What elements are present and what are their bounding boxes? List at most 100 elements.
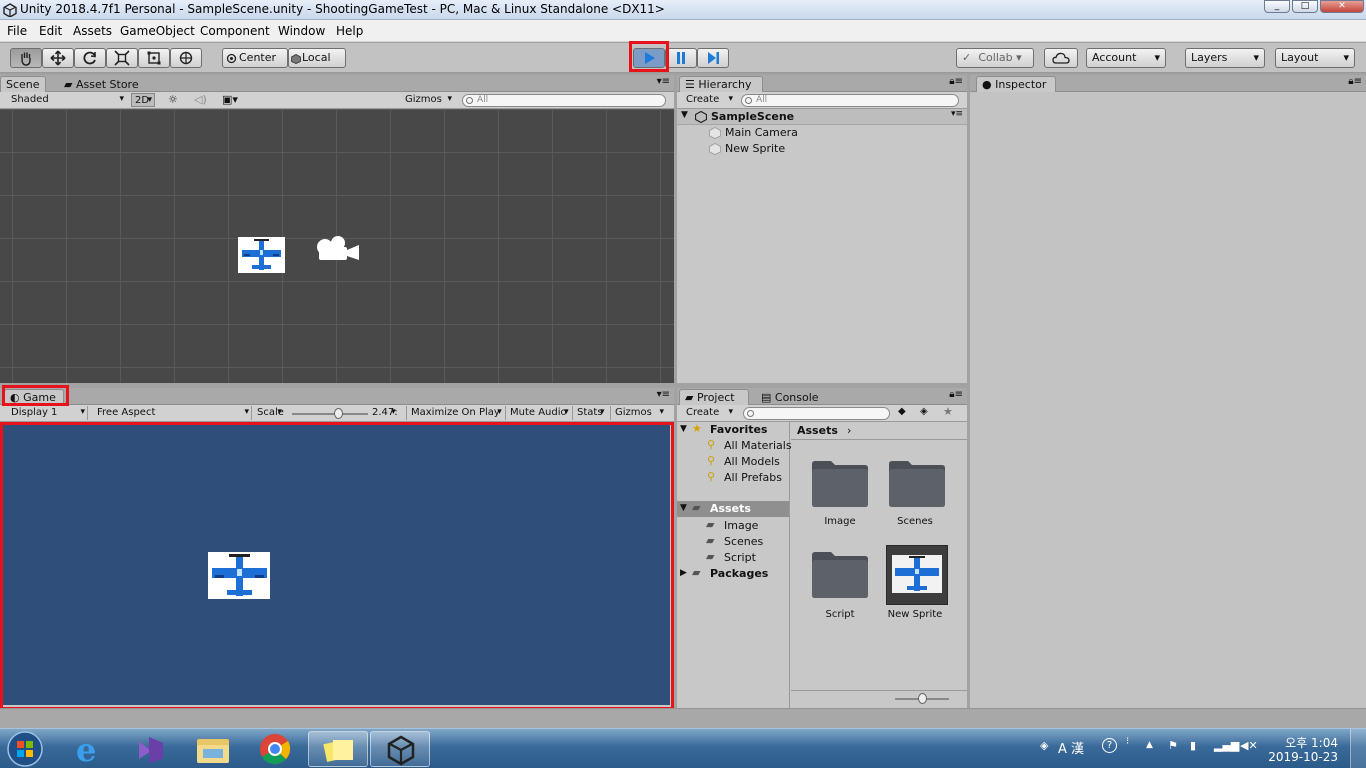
taskbar-explorer[interactable] bbox=[183, 731, 243, 767]
asset-folder[interactable]: Script bbox=[724, 551, 756, 564]
hand-tool-button[interactable] bbox=[10, 48, 42, 68]
audio-icon[interactable]: ◁) bbox=[194, 93, 207, 106]
project-lock-icon[interactable]: 🔒︎≡ bbox=[949, 389, 963, 400]
language-bar-icon[interactable]: ◈ bbox=[1040, 739, 1048, 752]
safely-remove-icon[interactable]: ▮ bbox=[1190, 739, 1196, 752]
assets-root-row[interactable]: ▼ ▰ Assets bbox=[677, 501, 789, 517]
filter-type-icon[interactable]: ◆ bbox=[898, 406, 906, 417]
shading-dropdown[interactable]: Shaded bbox=[8, 93, 126, 107]
game-gizmos-dropdown[interactable]: Gizmos bbox=[610, 406, 666, 420]
filter-label-icon[interactable]: ◈ bbox=[920, 406, 928, 417]
scene-gizmos-dropdown[interactable]: Gizmos bbox=[402, 93, 454, 107]
tray-expand-icon[interactable]: ▲ bbox=[1146, 740, 1153, 750]
scene-options-icon[interactable]: ▾≡ bbox=[951, 109, 963, 119]
ime-options-icon[interactable]: ⁝ bbox=[1126, 736, 1129, 747]
menu-component[interactable]: Component bbox=[200, 24, 270, 38]
hierarchy-lock-icon[interactable]: 🔒︎≡ bbox=[949, 76, 963, 87]
menu-window[interactable]: Window bbox=[278, 24, 325, 38]
hierarchy-item[interactable]: Main Camera bbox=[677, 125, 967, 141]
rotate-tool-button[interactable] bbox=[74, 48, 106, 68]
lighting-icon[interactable]: ☼ bbox=[168, 93, 178, 106]
tab-scene[interactable]: Scene bbox=[0, 76, 46, 92]
rect-tool-button[interactable] bbox=[138, 48, 170, 68]
step-button[interactable] bbox=[697, 48, 729, 68]
packages-arrow-icon[interactable]: ▶ bbox=[680, 568, 687, 578]
favorites-arrow-icon[interactable]: ▼ bbox=[680, 424, 687, 434]
scale-slider-track[interactable] bbox=[292, 413, 368, 415]
tab-console[interactable]: ▤ Console bbox=[755, 389, 825, 405]
favorite-star-icon[interactable]: ★ bbox=[943, 405, 953, 418]
inspector-lock-icon[interactable]: 🔒︎≡ bbox=[1348, 76, 1362, 87]
favorite-item[interactable]: All Models bbox=[724, 455, 780, 468]
volume-muted-icon[interactable]: ◀✕ bbox=[1240, 739, 1258, 752]
account-dropdown[interactable]: Account ▾ bbox=[1086, 48, 1166, 68]
taskbar-visual-studio[interactable] bbox=[121, 731, 181, 767]
taskbar-sticky-notes[interactable] bbox=[308, 731, 368, 767]
pause-button[interactable] bbox=[665, 48, 697, 68]
menu-edit[interactable]: Edit bbox=[39, 24, 62, 38]
scale-slider-thumb[interactable] bbox=[333, 408, 343, 419]
project-search-input[interactable] bbox=[743, 407, 890, 420]
expand-arrow-icon[interactable]: ▼ bbox=[681, 110, 688, 120]
scene-sprite-plane[interactable] bbox=[238, 237, 285, 273]
assets-arrow-icon[interactable]: ▼ bbox=[680, 503, 687, 513]
menu-assets[interactable]: Assets bbox=[73, 24, 112, 38]
tab-hierarchy[interactable]: ☰ Hierarchy bbox=[679, 76, 763, 92]
favorite-item[interactable]: All Materials bbox=[724, 439, 792, 452]
panel-menu-icon[interactable]: ▾≡ bbox=[657, 76, 670, 87]
taskbar-unity[interactable] bbox=[370, 731, 430, 767]
asset-tile-script[interactable] bbox=[811, 551, 869, 599]
project-create-dropdown[interactable]: Create bbox=[683, 406, 735, 420]
stats-toggle[interactable]: Stats bbox=[572, 406, 607, 420]
scene-root-row[interactable]: ▼ SampleScene ▾≡ bbox=[677, 109, 967, 125]
tab-project[interactable]: ▰ Project bbox=[679, 389, 749, 405]
menu-gameobject[interactable]: GameObject bbox=[120, 24, 195, 38]
favorite-item[interactable]: All Prefabs bbox=[724, 471, 782, 484]
hierarchy-item[interactable]: New Sprite bbox=[677, 141, 967, 157]
mute-audio-toggle[interactable]: Mute Audio bbox=[505, 406, 571, 420]
hierarchy-search-input[interactable]: All bbox=[741, 94, 959, 107]
clock-date[interactable]: 2019-10-23 bbox=[1266, 750, 1338, 764]
collab-dropdown[interactable]: ✓ Collab ▾ bbox=[956, 48, 1034, 68]
network-icon[interactable]: ▂▄▆ bbox=[1214, 739, 1239, 752]
scene-viewport[interactable] bbox=[0, 109, 674, 383]
menu-help[interactable]: Help bbox=[336, 24, 363, 38]
scale-tool-button[interactable] bbox=[106, 48, 138, 68]
taskbar-chrome[interactable] bbox=[245, 731, 305, 767]
transform-tool-button[interactable] bbox=[170, 48, 202, 68]
move-tool-button[interactable] bbox=[42, 48, 74, 68]
asset-tile-new-sprite[interactable] bbox=[886, 545, 948, 605]
clock-time[interactable]: 오후 1:04 bbox=[1272, 734, 1338, 751]
display-dropdown[interactable]: Display 1 bbox=[8, 406, 88, 420]
scene-search-input[interactable]: All bbox=[462, 94, 666, 107]
space-local-toggle[interactable]: Local bbox=[288, 48, 346, 68]
window-titlebar[interactable]: Unity 2018.4.7f1 Personal - SampleScene.… bbox=[0, 0, 1366, 20]
game-panel-menu-icon[interactable]: ▾≡ bbox=[657, 389, 670, 400]
ime-indicator[interactable]: A 漢 bbox=[1058, 738, 1084, 757]
minimize-button[interactable]: _ bbox=[1264, 0, 1290, 13]
hierarchy-create-dropdown[interactable]: Create bbox=[683, 93, 735, 107]
taskbar-ie[interactable]: e bbox=[58, 731, 118, 767]
aspect-dropdown[interactable]: Free Aspect bbox=[94, 406, 252, 420]
layout-dropdown[interactable]: Layout ▾ bbox=[1275, 48, 1355, 68]
tab-asset-store[interactable]: ▰ Asset Store bbox=[58, 76, 145, 92]
show-desktop-button[interactable] bbox=[1350, 729, 1366, 768]
menu-file[interactable]: File bbox=[7, 24, 27, 38]
maximize-on-play-toggle[interactable]: Maximize On Play bbox=[406, 406, 504, 420]
windows-start-icon[interactable] bbox=[6, 730, 44, 768]
asset-tile-image[interactable] bbox=[811, 460, 869, 508]
mode-2d-toggle[interactable]: 2D bbox=[131, 93, 155, 107]
asset-tile-scenes[interactable] bbox=[888, 460, 946, 508]
asset-folder[interactable]: Scenes bbox=[724, 535, 763, 548]
cloud-button[interactable] bbox=[1044, 48, 1078, 68]
tab-inspector[interactable]: ● Inspector bbox=[976, 76, 1056, 92]
pivot-center-toggle[interactable]: Center bbox=[222, 48, 288, 68]
packages-label[interactable]: Packages bbox=[710, 567, 768, 580]
camera-gizmo-icon[interactable] bbox=[313, 233, 361, 265]
close-button[interactable]: ✕ bbox=[1320, 0, 1364, 13]
effects-icon[interactable]: ▣▾ bbox=[222, 93, 238, 106]
layers-dropdown[interactable]: Layers ▾ bbox=[1185, 48, 1265, 68]
breadcrumb-assets[interactable]: Assets bbox=[797, 424, 838, 437]
maximize-button[interactable]: □ bbox=[1292, 0, 1318, 13]
action-center-icon[interactable]: ⚑ bbox=[1168, 739, 1178, 752]
